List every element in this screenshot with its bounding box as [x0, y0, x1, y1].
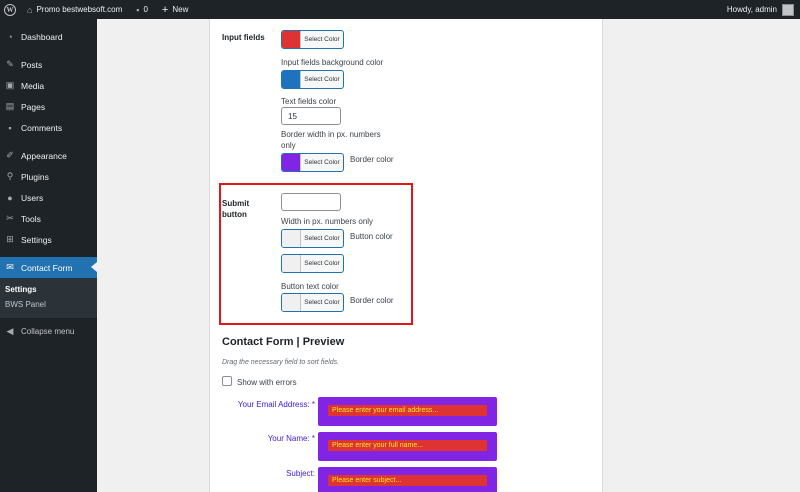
color-swatch — [282, 294, 301, 311]
wrench-icon: ✂ — [6, 213, 14, 223]
home-icon: ⌂ — [27, 4, 33, 15]
sidebar-item-label: Contact Form — [21, 262, 73, 273]
sidebar-item-label: Pages — [21, 101, 46, 112]
color-swatch — [282, 255, 301, 272]
user-icon: ● — [7, 192, 13, 203]
comment-icon: ▪ — [136, 4, 140, 15]
sidebar-item-settings[interactable]: ⊞ Settings — [0, 229, 97, 250]
sidebar-item-appearance[interactable]: ✐ Appearance — [0, 145, 97, 166]
border-width-label: Border width in px. numbers only — [281, 130, 381, 150]
color-swatch — [282, 230, 301, 247]
sidebar-item-users[interactable]: ● Users — [0, 187, 97, 208]
sidebar-item-tools[interactable]: ✂ Tools — [0, 208, 97, 229]
avatar — [782, 3, 794, 16]
color-swatch — [282, 154, 301, 171]
comment-icon: ▪ — [8, 122, 12, 133]
settings-icon: ⊞ — [6, 234, 14, 244]
name-field-label: Your Name: * — [267, 434, 315, 443]
preview-hint: Drag the necessary field to sort fields. — [222, 359, 340, 366]
sidebar-item-label: Settings — [21, 234, 52, 245]
button-color-label: Button color — [350, 232, 393, 241]
admin-sidebar: ◔ Dashboard ✎ Posts ▣ Media ▤ Pages ▪ Co… — [0, 19, 97, 492]
pin-icon: ✎ — [6, 59, 14, 69]
sidebar-item-posts[interactable]: ✎ Posts — [0, 54, 97, 75]
input-color-picker-2[interactable]: Select Color — [281, 70, 344, 89]
sidebar-item-label: Tools — [21, 213, 41, 224]
sidebar-item-label: Appearance — [21, 150, 67, 161]
sidebar-item-label: Media — [21, 80, 45, 91]
color-swatch — [282, 71, 301, 88]
sidebar-item-pages[interactable]: ▤ Pages — [0, 96, 97, 117]
select-color-label: Select Color — [304, 235, 340, 242]
text-color-label: Text fields color — [281, 97, 337, 106]
select-color-label: Select Color — [304, 36, 340, 43]
select-color-label: Select Color — [304, 260, 340, 267]
border-color-label: Border color — [350, 155, 394, 164]
contact-form-submenu: Settings BWS Panel — [0, 278, 97, 318]
account-menu[interactable]: Howdy, admin — [726, 3, 800, 16]
border-color-picker[interactable]: Select Color — [281, 153, 344, 172]
new-content-link[interactable]: + New — [155, 0, 195, 19]
pages-icon: ▤ — [5, 101, 15, 111]
color-swatch — [282, 31, 301, 48]
comments-count: 0 — [143, 5, 148, 14]
preview-title: Contact Form | Preview — [222, 336, 345, 348]
bg-color-label: Input fields background color — [281, 58, 384, 67]
sidebar-item-label: Comments — [21, 122, 63, 133]
input-fields-label: Input fields — [222, 33, 265, 42]
submit-button-label: Submit button — [222, 199, 250, 219]
greeting: Howdy, admin — [726, 5, 777, 14]
sidebar-item-label: Users — [21, 192, 44, 203]
admin-bar: W ⌂ Promo bestwebsoft.com ▪ 0 + New Howd… — [0, 0, 800, 19]
select-color-label: Select Color — [304, 76, 340, 83]
sidebar-item-label: Posts — [21, 59, 43, 70]
comments-link[interactable]: ▪ 0 — [129, 0, 155, 19]
subject-field-label: Subject: — [286, 469, 315, 478]
site-name-link[interactable]: ⌂ Promo bestwebsoft.com — [20, 0, 129, 19]
sidebar-item-dashboard[interactable]: ◔ Dashboard — [0, 26, 97, 47]
sidebar-item-label: Dashboard — [21, 31, 63, 42]
submit-width-input[interactable] — [281, 193, 341, 211]
button-text-color-label: Button text color — [281, 282, 339, 291]
border-width-input[interactable]: 15 — [281, 107, 341, 125]
wordpress-logo-icon[interactable]: W — [0, 0, 20, 19]
new-label: New — [172, 5, 189, 14]
name-field[interactable]: Please enter your full name... — [328, 440, 487, 451]
subject-field-wrapper: Please enter subject... — [318, 467, 497, 492]
button-border-color-picker[interactable]: Select Color — [281, 293, 344, 312]
sidebar-item-label: Plugins — [21, 171, 49, 182]
input-color-picker-1[interactable]: Select Color — [281, 30, 344, 49]
collapse-label: Collapse menu — [21, 327, 75, 336]
name-field-wrapper: Please enter your full name... — [318, 432, 497, 461]
button-color-picker-2[interactable]: Select Color — [281, 254, 344, 273]
brush-icon: ✐ — [6, 150, 14, 160]
email-field-wrapper: Please enter your email address... — [318, 397, 497, 426]
sidebar-item-plugins[interactable]: ⚲ Plugins — [0, 166, 97, 187]
submenu-item-settings[interactable]: Settings — [0, 282, 97, 297]
plugin-icon: ⚲ — [6, 171, 14, 181]
dashboard-icon: ◔ — [7, 31, 13, 42]
show-errors-label: Show with errors — [237, 378, 297, 387]
collapse-menu-button[interactable]: ◀ Collapse menu — [0, 321, 97, 342]
button-border-color-label: Border color — [350, 296, 394, 305]
sidebar-item-media[interactable]: ▣ Media — [0, 75, 97, 96]
select-color-label: Select Color — [304, 159, 340, 166]
select-color-label: Select Color — [304, 299, 340, 306]
sidebar-item-contact-form[interactable]: ✉ Contact Form — [0, 257, 97, 278]
subject-field[interactable]: Please enter subject... — [328, 475, 487, 486]
collapse-icon: ◀ — [6, 326, 14, 336]
mail-icon: ✉ — [6, 262, 14, 272]
submenu-item-bws-panel[interactable]: BWS Panel — [0, 297, 97, 312]
email-field[interactable]: Please enter your email address... — [328, 405, 487, 416]
submit-width-label: Width in px. numbers only — [281, 217, 374, 226]
button-color-picker[interactable]: Select Color — [281, 229, 344, 248]
sidebar-item-comments[interactable]: ▪ Comments — [0, 117, 97, 138]
plus-icon: + — [161, 3, 169, 16]
media-icon: ▣ — [5, 80, 15, 90]
email-field-label: Your Email Address: * — [237, 400, 315, 409]
show-errors-checkbox[interactable] — [222, 376, 232, 386]
site-name: Promo bestwebsoft.com — [36, 5, 123, 14]
